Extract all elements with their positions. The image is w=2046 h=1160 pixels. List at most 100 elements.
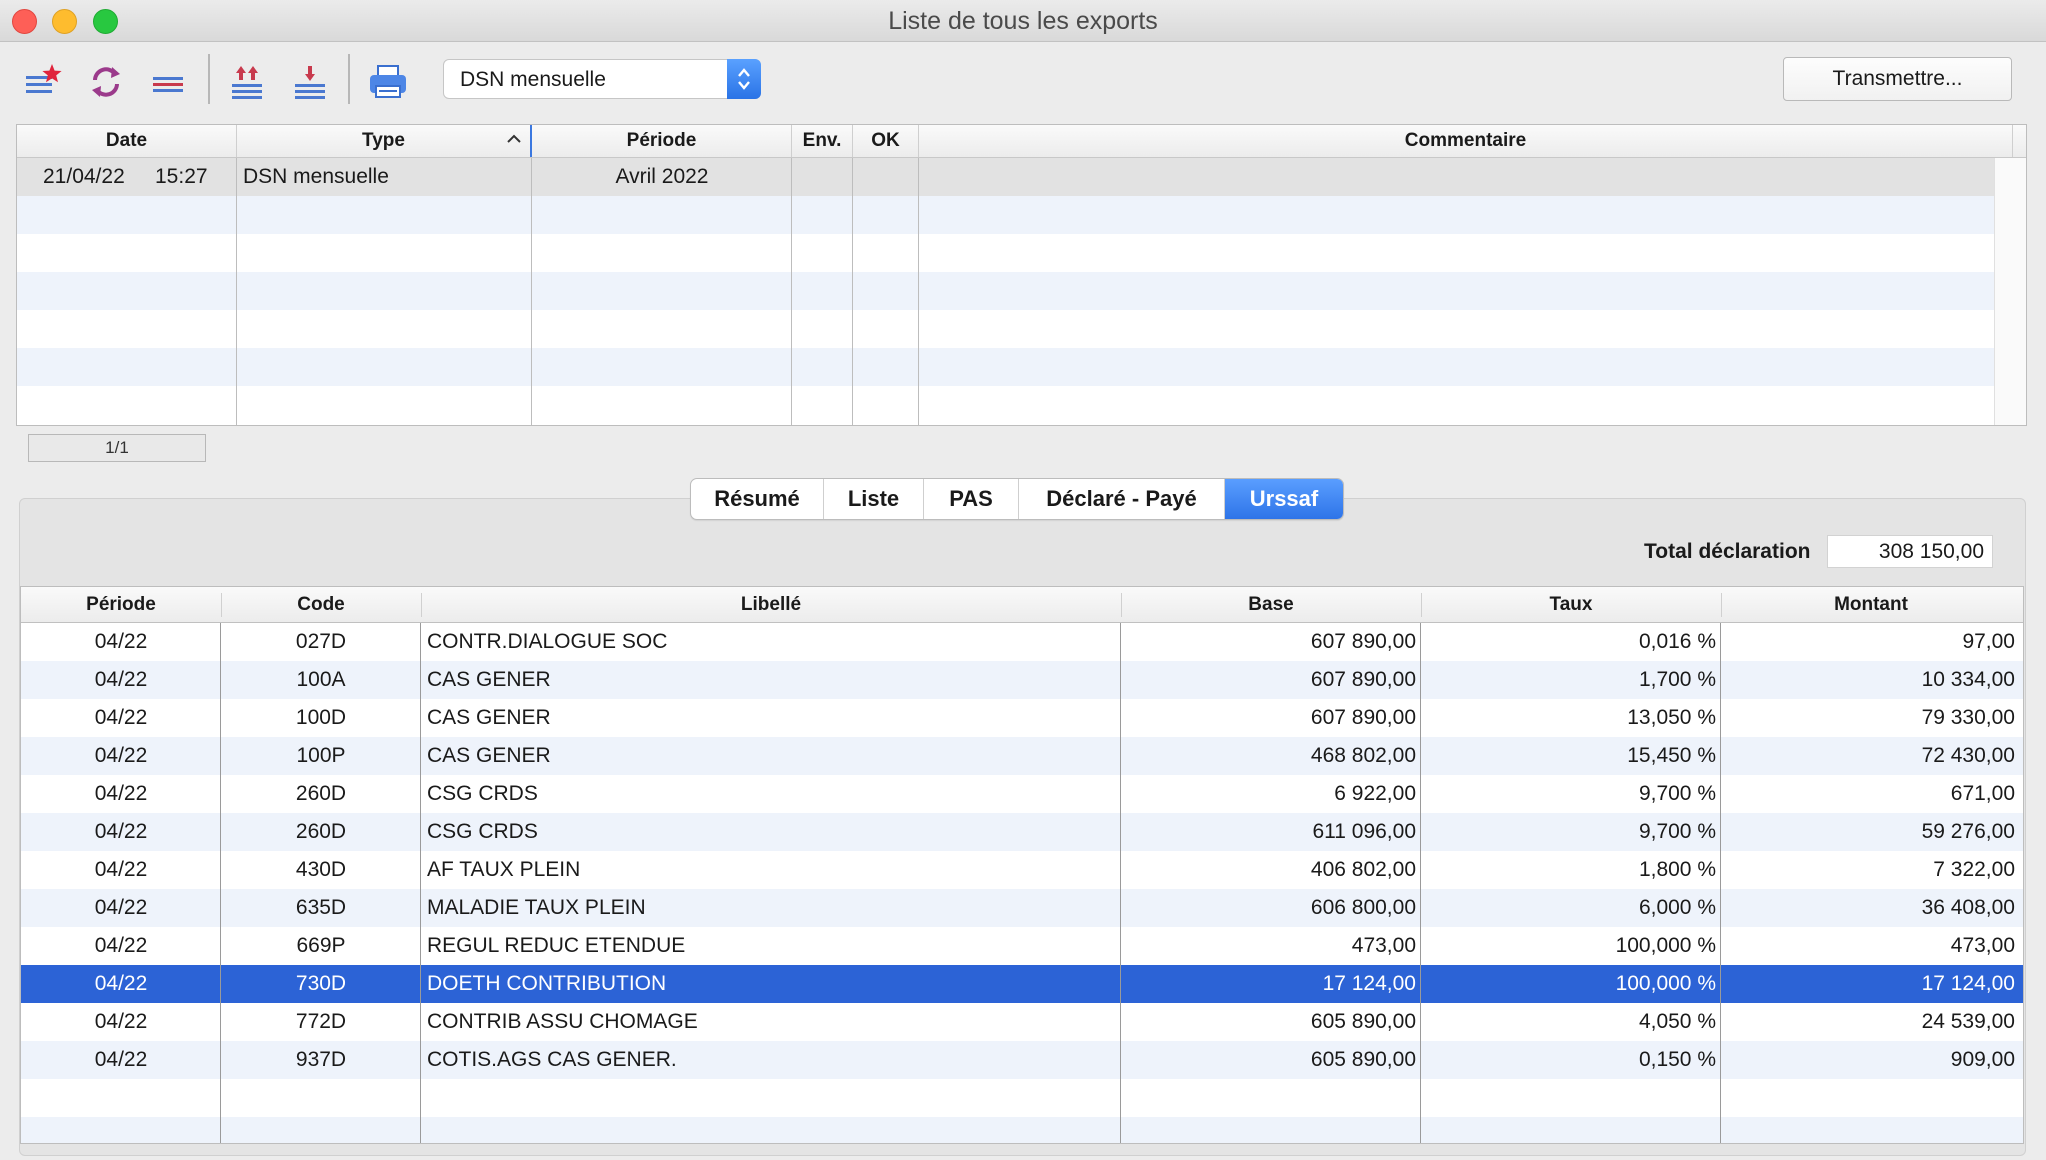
empty-row [17,310,1995,348]
column-header-code[interactable]: Code [221,587,421,622]
cell-montant: 7 322,00 [1933,858,2015,881]
cell-libelle: REGUL REDUC ETENDUE [427,934,686,957]
urssaf-table: Période Code Libellé Base Taux Montant 0… [20,586,2024,1144]
cell-libelle: CSG CRDS [427,782,538,805]
table-row[interactable]: 04/22 730D DOETH CONTRIBUTION 17 124,00 100,… [21,965,2023,1003]
transmit-button[interactable]: Transmettre... [1783,57,2012,101]
refresh-icon [92,67,120,97]
total-declaration-label: Total déclaration [1644,540,1811,563]
export-type-select[interactable]: DSN mensuelle [443,59,761,99]
cell-libelle: CONTR.DIALOGUE SOC [427,630,668,653]
table-row[interactable]: 04/22 430D AF TAUX PLEIN 406 802,00 1,800 % 7… [21,851,2023,889]
cell-periode: 04/22 [94,782,148,805]
table-row[interactable]: 04/22 100D CAS GENER 607 890,00 13,050 % 79 3… [21,699,2023,737]
empty-row [17,348,1995,386]
cell-taux: 1,700 % [1638,668,1716,691]
column-divider [1120,623,1121,1143]
new-star-list-button[interactable] [16,56,68,108]
column-header-type[interactable]: Type [237,125,532,157]
cell-periode: Avril 2022 [615,165,709,188]
column-header-libelle[interactable]: Libellé [421,587,1121,622]
column-header-date[interactable]: Date [17,125,237,157]
column-divider [220,623,221,1143]
table-row[interactable]: 04/22 635D MALADIE TAUX PLEIN 606 800,00 6,0… [21,889,2023,927]
column-header-ok[interactable]: OK [853,125,919,157]
column-divider [918,158,919,425]
column-divider [1420,623,1421,1143]
cell-base: 605 890,00 [1310,1048,1416,1071]
title-bar: Liste de tous les exports [0,0,2046,42]
print-button[interactable] [362,56,414,108]
empty-row [17,386,1995,424]
vertical-scrollbar[interactable] [1994,158,2026,425]
cell-libelle: CAS GENER [427,668,551,691]
cell-libelle: CAS GENER [427,744,551,767]
column-header-env[interactable]: Env. [792,125,853,157]
table-row[interactable]: 21/04/22 15:27 DSN mensuelle Avril 2022 [17,158,1995,196]
cell-date: 21/04/22 [43,165,125,188]
refresh-button[interactable] [80,56,132,108]
column-header-periode[interactable]: Période [532,125,792,157]
column-header-base[interactable]: Base [1121,587,1421,622]
cell-libelle: CSG CRDS [427,820,538,843]
list-lines-icon [153,77,183,92]
tab-urssaf[interactable]: Urssaf [1225,479,1343,519]
cell-montant: 97,00 [1962,630,2015,653]
page-indicator: 1/1 [28,434,206,462]
table-row[interactable]: 04/22 100P CAS GENER 468 802,00 15,450 % 72 4… [21,737,2023,775]
column-divider [852,158,853,425]
cell-base: 607 890,00 [1310,630,1416,653]
export-up-icon [232,66,262,99]
tab-liste[interactable]: Liste [824,479,924,519]
empty-row [17,272,1995,310]
cell-montant: 671,00 [1950,782,2015,805]
cell-base: 17 124,00 [1322,972,1416,995]
table-row[interactable]: 04/22 772D CONTRIB ASSU CHOMAGE 605 890,00 4… [21,1003,2023,1041]
cell-code: 937D [295,1048,347,1071]
table-row[interactable]: 04/22 260D CSG CRDS 611 096,00 9,700 % 59 276… [21,813,2023,851]
column-header-periode[interactable]: Période [21,587,221,622]
cell-libelle: CONTRIB ASSU CHOMAGE [427,1010,698,1033]
cell-periode: 04/22 [94,630,148,653]
print-icon [370,65,406,98]
exports-table: Date Type Période Env. OK Commentaire 21… [16,124,2027,426]
empty-row [17,196,1995,234]
cell-libelle: AF TAUX PLEIN [427,858,581,881]
table-row[interactable]: 04/22 100A CAS GENER 607 890,00 1,700 % 10 33… [21,661,2023,699]
cell-taux: 15,450 % [1627,744,1716,767]
cell-periode: 04/22 [94,1010,148,1033]
list-lines-button[interactable] [142,56,194,108]
cell-periode: 04/22 [94,744,148,767]
column-header-commentaire[interactable]: Commentaire [919,125,2013,157]
tab-pas[interactable]: PAS [924,479,1019,519]
cell-periode: 04/22 [94,858,148,881]
chevron-up-down-icon [727,59,761,99]
detail-tabs: Résumé Liste PAS Déclaré - Payé Urssaf [690,478,1344,520]
table-row[interactable]: 04/22 027D CONTR.DIALOGUE SOC 607 890,00 0,0… [21,623,2023,661]
cell-montant: 909,00 [1950,1048,2015,1071]
column-header-type-label: Type [362,130,405,151]
column-divider [531,158,532,425]
cell-montant: 72 430,00 [1921,744,2015,767]
exports-table-header: Date Type Période Env. OK Commentaire [17,125,2026,158]
cell-periode: 04/22 [94,1048,148,1071]
empty-row [21,1117,2023,1143]
column-header-montant[interactable]: Montant [1721,587,2021,622]
table-row[interactable]: 04/22 260D CSG CRDS 6 922,00 9,700 % 671,00 [21,775,2023,813]
cell-taux: 1,800 % [1638,858,1716,881]
cell-base: 606 800,00 [1310,896,1416,919]
table-row[interactable]: 04/22 937D COTIS.AGS CAS GENER. 605 890,00 0… [21,1041,2023,1079]
column-divider [1720,623,1721,1143]
column-header-taux[interactable]: Taux [1421,587,1721,622]
cell-taux: 0,150 % [1638,1048,1716,1071]
tab-resume[interactable]: Résumé [691,479,824,519]
cell-periode: 04/22 [94,934,148,957]
cell-libelle: DOETH CONTRIBUTION [427,972,667,995]
import-down-button[interactable] [284,56,336,108]
cell-code: 027D [295,630,347,653]
export-up-button[interactable] [221,56,273,108]
tab-declare-paye[interactable]: Déclaré - Payé [1019,479,1225,519]
cell-base: 406 802,00 [1310,858,1416,881]
table-row[interactable]: 04/22 669P REGUL REDUC ETENDUE 473,00 100,00… [21,927,2023,965]
cell-base: 607 890,00 [1310,706,1416,729]
